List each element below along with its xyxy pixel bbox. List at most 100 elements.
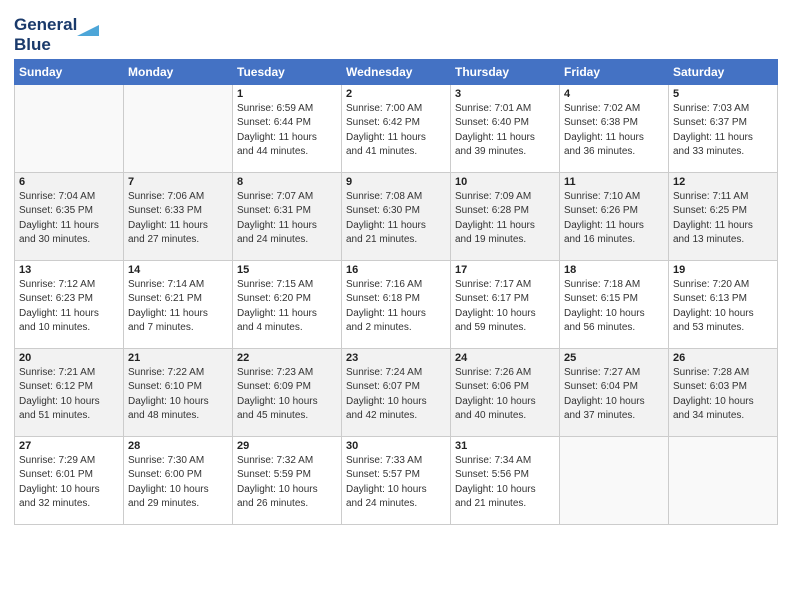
day-number: 15 bbox=[237, 264, 337, 276]
day-number: 11 bbox=[564, 176, 664, 188]
day-info: Sunrise: 7:17 AM Sunset: 6:17 PM Dayligh… bbox=[455, 278, 555, 336]
day-number: 4 bbox=[564, 88, 664, 100]
day-info: Sunrise: 7:12 AM Sunset: 6:23 PM Dayligh… bbox=[19, 278, 119, 336]
day-info: Sunrise: 7:20 AM Sunset: 6:13 PM Dayligh… bbox=[673, 278, 773, 336]
weekday-header-row: SundayMondayTuesdayWednesdayThursdayFrid… bbox=[15, 59, 778, 84]
day-cell: 22 Sunrise: 7:23 AM Sunset: 6:09 PM Dayli… bbox=[233, 348, 342, 436]
day-info: Sunrise: 7:24 AM Sunset: 6:07 PM Dayligh… bbox=[346, 366, 446, 424]
day-number: 24 bbox=[455, 352, 555, 364]
day-info: Sunrise: 7:30 AM Sunset: 6:00 PM Dayligh… bbox=[128, 454, 228, 512]
weekday-header-tuesday: Tuesday bbox=[233, 59, 342, 84]
day-info: Sunrise: 7:14 AM Sunset: 6:21 PM Dayligh… bbox=[128, 278, 228, 336]
day-info: Sunrise: 6:59 AM Sunset: 6:44 PM Dayligh… bbox=[237, 102, 337, 160]
day-cell bbox=[15, 84, 124, 172]
day-number: 8 bbox=[237, 176, 337, 188]
day-info: Sunrise: 7:11 AM Sunset: 6:25 PM Dayligh… bbox=[673, 190, 773, 248]
day-number: 3 bbox=[455, 88, 555, 100]
day-number: 25 bbox=[564, 352, 664, 364]
logo-blue-text: Blue bbox=[14, 36, 99, 55]
day-number: 13 bbox=[19, 264, 119, 276]
day-number: 19 bbox=[673, 264, 773, 276]
week-row-2: 6 Sunrise: 7:04 AM Sunset: 6:35 PM Daylig… bbox=[15, 172, 778, 260]
day-info: Sunrise: 7:16 AM Sunset: 6:18 PM Dayligh… bbox=[346, 278, 446, 336]
day-number: 31 bbox=[455, 440, 555, 452]
day-number: 12 bbox=[673, 176, 773, 188]
day-number: 16 bbox=[346, 264, 446, 276]
day-number: 26 bbox=[673, 352, 773, 364]
day-number: 20 bbox=[19, 352, 119, 364]
day-info: Sunrise: 7:34 AM Sunset: 5:56 PM Dayligh… bbox=[455, 454, 555, 512]
day-cell: 5 Sunrise: 7:03 AM Sunset: 6:37 PM Daylig… bbox=[669, 84, 778, 172]
day-info: Sunrise: 7:15 AM Sunset: 6:20 PM Dayligh… bbox=[237, 278, 337, 336]
day-cell: 30 Sunrise: 7:33 AM Sunset: 5:57 PM Dayli… bbox=[342, 436, 451, 524]
day-cell: 23 Sunrise: 7:24 AM Sunset: 6:07 PM Dayli… bbox=[342, 348, 451, 436]
weekday-header-sunday: Sunday bbox=[15, 59, 124, 84]
day-info: Sunrise: 7:18 AM Sunset: 6:15 PM Dayligh… bbox=[564, 278, 664, 336]
day-number: 5 bbox=[673, 88, 773, 100]
day-cell bbox=[124, 84, 233, 172]
day-number: 21 bbox=[128, 352, 228, 364]
weekday-header-monday: Monday bbox=[124, 59, 233, 84]
weekday-header-friday: Friday bbox=[560, 59, 669, 84]
day-cell: 4 Sunrise: 7:02 AM Sunset: 6:38 PM Daylig… bbox=[560, 84, 669, 172]
day-info: Sunrise: 7:33 AM Sunset: 5:57 PM Dayligh… bbox=[346, 454, 446, 512]
day-cell: 28 Sunrise: 7:30 AM Sunset: 6:00 PM Dayli… bbox=[124, 436, 233, 524]
day-number: 7 bbox=[128, 176, 228, 188]
weekday-header-wednesday: Wednesday bbox=[342, 59, 451, 84]
day-number: 2 bbox=[346, 88, 446, 100]
day-cell: 27 Sunrise: 7:29 AM Sunset: 6:01 PM Dayli… bbox=[15, 436, 124, 524]
week-row-1: 1 Sunrise: 6:59 AM Sunset: 6:44 PM Daylig… bbox=[15, 84, 778, 172]
day-info: Sunrise: 7:21 AM Sunset: 6:12 PM Dayligh… bbox=[19, 366, 119, 424]
day-info: Sunrise: 7:32 AM Sunset: 5:59 PM Dayligh… bbox=[237, 454, 337, 512]
day-cell: 3 Sunrise: 7:01 AM Sunset: 6:40 PM Daylig… bbox=[451, 84, 560, 172]
day-cell: 21 Sunrise: 7:22 AM Sunset: 6:10 PM Dayli… bbox=[124, 348, 233, 436]
day-info: Sunrise: 7:02 AM Sunset: 6:38 PM Dayligh… bbox=[564, 102, 664, 160]
week-row-5: 27 Sunrise: 7:29 AM Sunset: 6:01 PM Dayli… bbox=[15, 436, 778, 524]
day-cell: 19 Sunrise: 7:20 AM Sunset: 6:13 PM Dayli… bbox=[669, 260, 778, 348]
day-cell: 18 Sunrise: 7:18 AM Sunset: 6:15 PM Dayli… bbox=[560, 260, 669, 348]
day-info: Sunrise: 7:06 AM Sunset: 6:33 PM Dayligh… bbox=[128, 190, 228, 248]
day-cell: 12 Sunrise: 7:11 AM Sunset: 6:25 PM Dayli… bbox=[669, 172, 778, 260]
day-cell bbox=[560, 436, 669, 524]
day-info: Sunrise: 7:08 AM Sunset: 6:30 PM Dayligh… bbox=[346, 190, 446, 248]
day-number: 17 bbox=[455, 264, 555, 276]
day-cell bbox=[669, 436, 778, 524]
day-info: Sunrise: 7:26 AM Sunset: 6:06 PM Dayligh… bbox=[455, 366, 555, 424]
day-number: 22 bbox=[237, 352, 337, 364]
logo-arrow-icon bbox=[77, 14, 99, 36]
logo-general-text: General bbox=[14, 16, 77, 35]
calendar-table: SundayMondayTuesdayWednesdayThursdayFrid… bbox=[14, 59, 778, 525]
day-info: Sunrise: 7:22 AM Sunset: 6:10 PM Dayligh… bbox=[128, 366, 228, 424]
day-info: Sunrise: 7:00 AM Sunset: 6:42 PM Dayligh… bbox=[346, 102, 446, 160]
day-cell: 9 Sunrise: 7:08 AM Sunset: 6:30 PM Daylig… bbox=[342, 172, 451, 260]
day-cell: 8Sunrise: 7:07 AM Sunset: 6:31 PM Daylig… bbox=[233, 172, 342, 260]
day-cell: 2 Sunrise: 7:00 AM Sunset: 6:42 PM Daylig… bbox=[342, 84, 451, 172]
day-cell: 31 Sunrise: 7:34 AM Sunset: 5:56 PM Dayli… bbox=[451, 436, 560, 524]
day-cell: 14 Sunrise: 7:14 AM Sunset: 6:21 PM Dayli… bbox=[124, 260, 233, 348]
day-number: 6 bbox=[19, 176, 119, 188]
weekday-header-saturday: Saturday bbox=[669, 59, 778, 84]
day-info: Sunrise: 7:03 AM Sunset: 6:37 PM Dayligh… bbox=[673, 102, 773, 160]
day-info: Sunrise: 7:01 AM Sunset: 6:40 PM Dayligh… bbox=[455, 102, 555, 160]
day-info: Sunrise: 7:04 AM Sunset: 6:35 PM Dayligh… bbox=[19, 190, 119, 248]
day-number: 30 bbox=[346, 440, 446, 452]
header: GeneralBlue bbox=[14, 10, 778, 55]
week-row-3: 13 Sunrise: 7:12 AM Sunset: 6:23 PM Dayli… bbox=[15, 260, 778, 348]
day-number: 14 bbox=[128, 264, 228, 276]
day-cell: 25Sunrise: 7:27 AM Sunset: 6:04 PM Dayli… bbox=[560, 348, 669, 436]
day-number: 1 bbox=[237, 88, 337, 100]
day-info: Sunrise: 7:28 AM Sunset: 6:03 PM Dayligh… bbox=[673, 366, 773, 424]
day-cell: 7 Sunrise: 7:06 AM Sunset: 6:33 PM Daylig… bbox=[124, 172, 233, 260]
day-cell: 15 Sunrise: 7:15 AM Sunset: 6:20 PM Dayli… bbox=[233, 260, 342, 348]
day-number: 28 bbox=[128, 440, 228, 452]
day-info: Sunrise: 7:29 AM Sunset: 6:01 PM Dayligh… bbox=[19, 454, 119, 512]
day-number: 9 bbox=[346, 176, 446, 188]
day-info: Sunrise: 7:23 AM Sunset: 6:09 PM Dayligh… bbox=[237, 366, 337, 424]
day-cell: 29 Sunrise: 7:32 AM Sunset: 5:59 PM Dayli… bbox=[233, 436, 342, 524]
day-number: 27 bbox=[19, 440, 119, 452]
day-number: 18 bbox=[564, 264, 664, 276]
day-number: 23 bbox=[346, 352, 446, 364]
day-number: 29 bbox=[237, 440, 337, 452]
day-number: 10 bbox=[455, 176, 555, 188]
day-cell: 17 Sunrise: 7:17 AM Sunset: 6:17 PM Dayli… bbox=[451, 260, 560, 348]
